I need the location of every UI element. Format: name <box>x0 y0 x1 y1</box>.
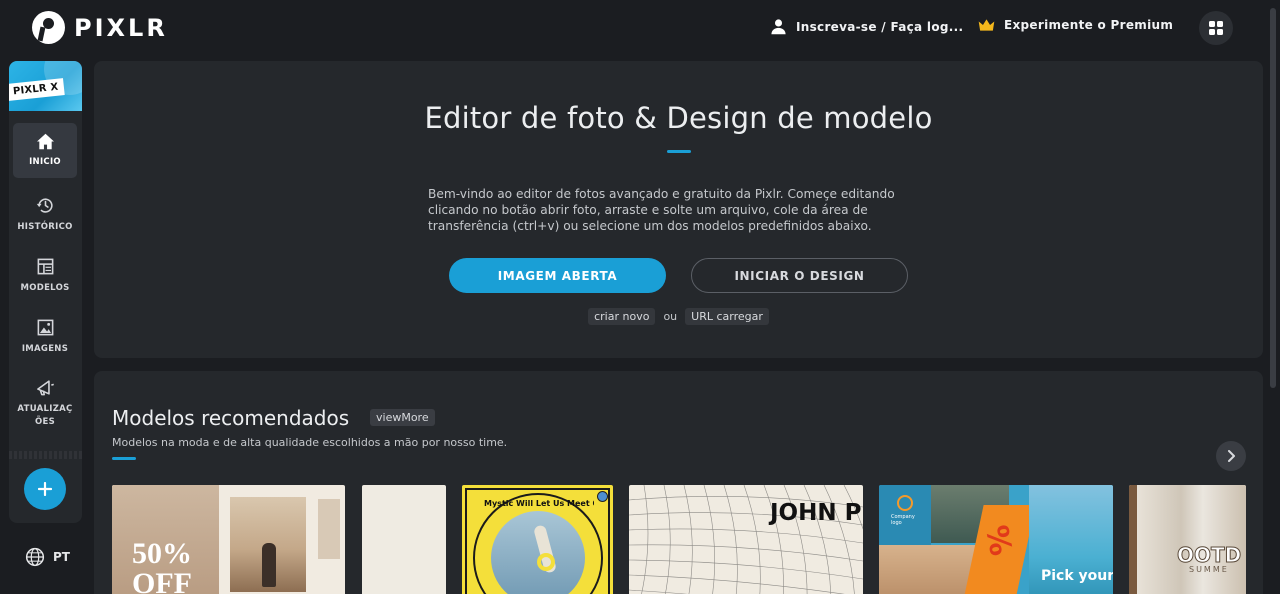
home-icon <box>36 133 54 149</box>
crown-icon <box>978 19 995 31</box>
template-sale-text: 50% <box>132 537 192 570</box>
globe-icon <box>25 547 45 567</box>
recommended-templates-panel: Modelos recomendados viewMore Modelos na… <box>94 371 1263 594</box>
premium-link[interactable]: Experimente o Premium <box>978 18 1173 32</box>
sidebar-item-label: MODELOS <box>20 282 70 293</box>
page-scrollbar[interactable] <box>1270 8 1276 388</box>
sidebar-item-label: ATUALIZAÇÕES <box>17 403 73 427</box>
template-frame-edge <box>1129 485 1137 594</box>
template-ootd-text: OOTD <box>1176 543 1242 568</box>
template-corner-dot <box>597 491 608 502</box>
login-label: Inscreva-se / Faça log... <box>796 19 964 34</box>
pixlr-logo-icon <box>32 11 65 44</box>
language-selector[interactable]: PT <box>25 547 70 567</box>
pixlr-logo[interactable]: PIXLR <box>32 11 168 44</box>
templates-heading: Modelos recomendados <box>112 406 350 430</box>
template-card-venice[interactable]: Company logo % Pick your <box>879 485 1113 594</box>
megaphone-icon <box>37 379 54 395</box>
hero-description: Bem-vindo ao editor de fotos avançado e … <box>428 187 895 233</box>
template-logo-text: Company logo <box>891 514 915 526</box>
plus-icon <box>38 482 52 496</box>
sidebar-item-label: INICIO <box>29 156 61 167</box>
template-logo-circle <box>897 495 913 511</box>
view-more-link[interactable]: viewMore <box>370 409 435 426</box>
sidebar-item-modelos[interactable]: MODELOS <box>13 248 77 303</box>
sidebar-item-imagens[interactable]: IMAGENS <box>13 309 77 364</box>
template-card-travel-sale[interactable]: 50% OFF <box>112 485 345 594</box>
premium-label: Experimente o Premium <box>1004 18 1174 32</box>
templates-icon <box>37 258 53 274</box>
sidebar: PIXLR X INICIO HISTÓRICO MODELOS IMAGENS… <box>9 61 82 523</box>
history-icon <box>36 197 53 213</box>
add-new-button[interactable] <box>24 468 66 510</box>
hero-secondary-links: criar novo ou URL carregar <box>94 308 1263 325</box>
template-promo-text: Pick your <box>1041 568 1113 584</box>
pixlr-x-label: PIXLR X <box>9 78 66 101</box>
open-image-button[interactable]: IMAGEM ABERTA <box>449 258 666 293</box>
sidebar-item-atualizacoes[interactable]: ATUALIZAÇÕES <box>13 370 77 436</box>
template-sale-text-2: OFF <box>132 567 192 594</box>
sidebar-item-inicio[interactable]: INICIO <box>13 123 77 178</box>
template-card-ootd[interactable]: OOTD SUMME <box>1129 485 1246 594</box>
template-card-badge[interactable]: Mystic Will Let Us Meet Our Fate Soul An… <box>462 485 613 594</box>
template-card-blank[interactable] <box>362 485 446 594</box>
create-new-link[interactable]: criar novo <box>588 308 656 325</box>
template-ring-text: Mystic Will Let Us Meet Our Fate Soul An… <box>484 499 594 508</box>
template-percent-text: % <box>978 522 1018 559</box>
or-text: ou <box>663 310 678 323</box>
template-ootd-sub: SUMME <box>1189 565 1229 574</box>
sidebar-divider <box>9 451 82 459</box>
grid-icon <box>1209 21 1223 35</box>
template-ring-accent <box>537 553 555 571</box>
template-ring-photo <box>491 511 585 594</box>
sidebar-item-label: HISTÓRICO <box>17 221 73 232</box>
title-accent-bar <box>667 150 691 153</box>
page-title: Editor de foto & Design de modelo <box>424 101 933 135</box>
templates-subheading: Modelos na moda e de alta qualidade esco… <box>112 436 508 449</box>
template-figure <box>262 543 276 587</box>
template-photo-clothes <box>1137 485 1246 594</box>
apps-grid-button[interactable] <box>1199 11 1233 45</box>
login-link[interactable]: Inscreva-se / Faça log... <box>770 18 963 35</box>
hero-panel: Editor de foto & Design de modelo Bem-vi… <box>94 61 1263 358</box>
top-bar: PIXLR Inscreva-se / Faça log... Experime… <box>0 0 1280 56</box>
template-poster-title: JOHN P <box>770 500 862 526</box>
sidebar-item-historico[interactable]: HISTÓRICO <box>13 187 77 242</box>
language-label: PT <box>53 550 70 564</box>
user-icon <box>771 19 786 35</box>
sidebar-item-label: IMAGENS <box>21 343 69 354</box>
carousel-next-button[interactable] <box>1216 441 1246 471</box>
template-card-grid-poster[interactable]: JOHN P <box>629 485 863 594</box>
templates-accent-bar <box>112 457 136 460</box>
chevron-right-icon <box>1228 450 1235 462</box>
start-design-button[interactable]: INICIAR O DESIGN <box>691 258 908 293</box>
brand-name: PIXLR <box>74 13 168 42</box>
images-icon <box>37 319 53 335</box>
template-photo-strip <box>318 499 340 559</box>
load-url-link[interactable]: URL carregar <box>685 308 769 325</box>
pixlr-x-banner[interactable]: PIXLR X <box>9 61 82 111</box>
